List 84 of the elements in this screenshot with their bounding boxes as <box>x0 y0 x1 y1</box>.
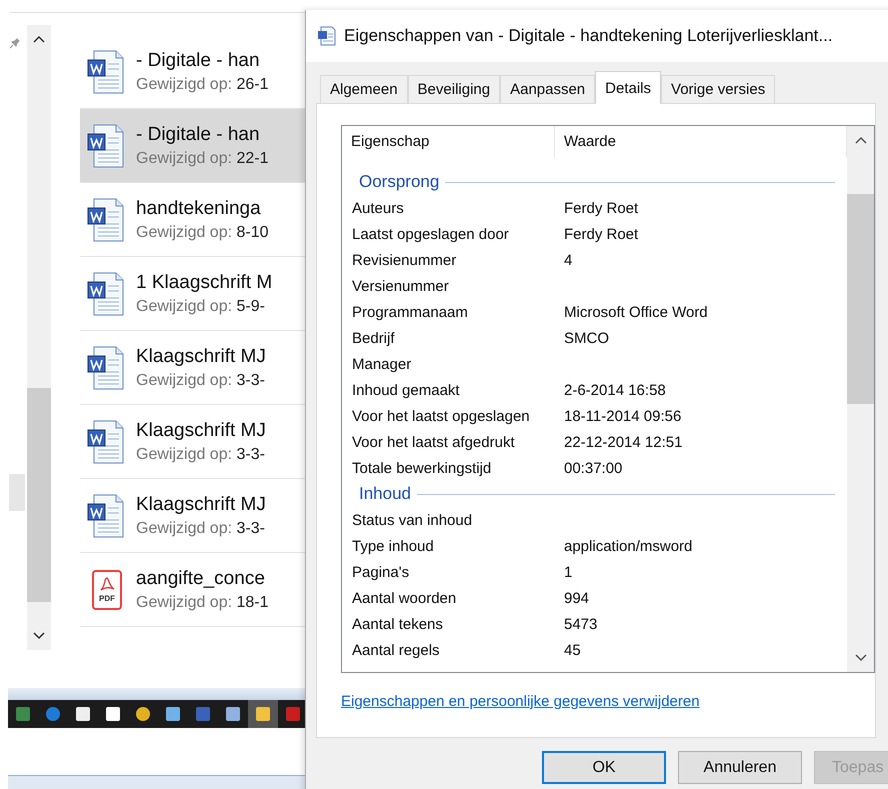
file-name: Klaagschrift MJ <box>136 346 266 368</box>
property-value: 45 <box>563 642 581 658</box>
property-value: 994 <box>563 590 590 606</box>
remove-properties-link[interactable]: Eigenschappen en persoonlijke gegevens verwijderen <box>341 693 700 710</box>
dialog-button[interactable]: OK <box>542 751 666 784</box>
scroll-down-icon[interactable] <box>33 632 45 640</box>
tab[interactable]: Vorige versies <box>661 75 776 103</box>
property-name: Status van inhoud <box>351 512 474 528</box>
property-value: application/msword <box>563 538 692 554</box>
document-icon <box>86 418 126 466</box>
property-name: Versienummer <box>351 278 450 294</box>
file-name: 1 Klaagschrift M <box>136 272 272 294</box>
scrollbar[interactable] <box>847 126 874 672</box>
property-name: Type inhoud <box>351 538 435 554</box>
file-name: handtekeninga <box>136 198 262 220</box>
property-name: Aantal regels <box>351 642 441 658</box>
file-name: - Digitale - han <box>136 124 261 146</box>
file-item[interactable]: Klaagschrift MJ Gewijzigd op: 3-3- <box>80 479 305 553</box>
dialog-button[interactable]: Annuleren <box>678 751 802 784</box>
property-name: Aantal woorden <box>351 590 458 606</box>
property-value: 00:37:00 <box>563 460 622 476</box>
property-name: Revisienummer <box>351 252 458 268</box>
tab[interactable]: Details <box>595 71 662 104</box>
document-icon <box>86 122 126 170</box>
file-item[interactable]: Klaagschrift MJ Gewijzigd op: 3-3- <box>80 331 305 405</box>
scrollbar-thumb[interactable] <box>27 388 51 602</box>
document-icon <box>86 48 126 96</box>
pin-icon[interactable] <box>8 38 20 50</box>
tab[interactable]: Beveiliging <box>408 75 500 103</box>
scroll-up-icon[interactable] <box>33 35 45 43</box>
property-name: Voor het laatst afgedrukt <box>351 434 516 450</box>
scrollbar-thumb[interactable] <box>9 474 25 511</box>
property-value: Ferdy Roet <box>563 226 638 242</box>
section-heading: Inhoud <box>359 484 411 504</box>
property-name: Programmanaam <box>351 304 469 320</box>
file-name: aangifte_conce <box>136 568 266 590</box>
scrollbar[interactable] <box>27 25 51 650</box>
property-value: 4 <box>563 252 572 268</box>
property-value: 22-12-2014 12:51 <box>563 434 682 450</box>
tab[interactable]: Aanpassen <box>500 75 596 103</box>
property-name: Aantal tekens <box>351 616 444 632</box>
modified-date: Gewijzigd op: 26-1 <box>136 76 269 94</box>
modified-date: Gewijzigd op: 5-9- <box>136 298 266 316</box>
file-name: Klaagschrift MJ <box>136 494 266 516</box>
scrollbar-thumb[interactable] <box>847 194 874 404</box>
pdf-file-icon: PDF <box>92 570 122 610</box>
property-value: 2-6-2014 16:58 <box>563 382 666 398</box>
modified-date: Gewijzigd op: 18-1 <box>136 594 269 612</box>
modified-date: Gewijzigd op: 8-10 <box>136 224 269 242</box>
property-name: Laatst opgeslagen door <box>351 226 510 242</box>
file-item[interactable]: - Digitale - han Gewijzigd op: 22-1 <box>80 109 305 183</box>
scroll-up-icon[interactable] <box>854 136 866 144</box>
file-item[interactable]: 1 Klaagschrift M Gewijzigd op: 5-9- <box>80 257 305 331</box>
property-name: Inhoud gemaakt <box>351 382 461 398</box>
property-name: Auteurs <box>351 200 405 216</box>
window-title: Eigenschappen van - Digitale - handtekening Loterijverliesklant... <box>344 26 833 46</box>
document-icon <box>86 196 126 244</box>
file-name: Klaagschrift MJ <box>136 420 266 442</box>
property-name: Voor het laatst opgeslagen <box>351 408 531 424</box>
document-icon <box>86 492 126 540</box>
scroll-down-icon[interactable] <box>854 654 866 662</box>
property-value: SMCO <box>563 330 609 346</box>
property-value: Microsoft Office Word <box>563 304 708 320</box>
tab[interactable]: Algemeen <box>320 75 408 103</box>
modified-date: Gewijzigd op: 3-3- <box>136 446 266 464</box>
file-name: - Digitale - han <box>136 50 261 72</box>
property-name: Pagina's <box>351 564 410 580</box>
modified-date: Gewijzigd op: 22-1 <box>136 150 269 168</box>
document-icon <box>86 344 126 392</box>
file-item[interactable]: Klaagschrift MJ Gewijzigd op: 3-3- <box>80 405 305 479</box>
property-name: Bedrijf <box>351 330 396 346</box>
column-header[interactable]: Eigenschap <box>342 126 555 157</box>
property-name: Totale bewerkingstijd <box>351 460 492 476</box>
property-value: 1 <box>563 564 572 580</box>
document-icon <box>316 25 338 47</box>
property-value: Ferdy Roet <box>563 200 638 216</box>
modified-date: Gewijzigd op: 3-3- <box>136 520 266 538</box>
property-value: 18-11-2014 09:56 <box>563 408 682 424</box>
property-name: Manager <box>351 356 412 372</box>
document-icon <box>86 270 126 318</box>
file-item[interactable]: handtekeninga Gewijzigd op: 8-10 <box>80 183 305 257</box>
property-value: 5473 <box>563 616 598 632</box>
section-heading: Oorsprong <box>359 172 440 192</box>
modified-date: Gewijzigd op: 3-3- <box>136 372 266 390</box>
